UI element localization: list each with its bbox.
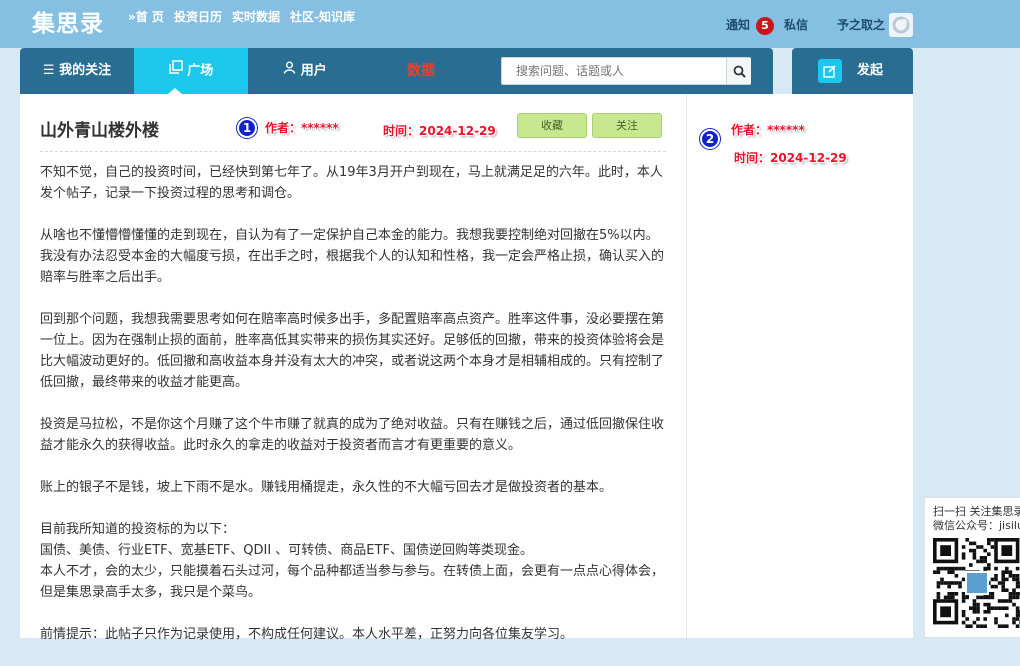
top-bar: 集思录 »首 页 投资日历 实时数据 社区-知识库 通知 5 私信 予之取之	[0, 0, 1020, 48]
nav-realtime-link[interactable]: 实时数据	[232, 8, 280, 25]
post-button[interactable]: 发起	[792, 48, 913, 94]
qr-card: 扫一扫 关注集思录 微信公众号：jisilu	[924, 497, 1020, 638]
sidebar-author: 作者：******	[731, 123, 805, 137]
message-link[interactable]: 私信	[784, 16, 808, 33]
qr-caption-line2: 微信公众号：jisilu	[933, 519, 1020, 532]
notice-count-badge[interactable]: 5	[756, 17, 774, 35]
post-paragraph: 回到那个问题，我想我需要思考如何在赔率高时候多出手，多配置赔率高点资产。胜率这件…	[40, 312, 665, 390]
post-paragraph: 不知不觉，自己的投资时间，已经快到第七年了。从19年3月开户到现在，马上就满足足…	[40, 165, 663, 201]
nav-calendar-link[interactable]: 投资日历	[174, 8, 222, 25]
post-content-panel: 山外青山楼外楼 1 作者：****** 时间：2024-12-29 收藏 关注 …	[20, 94, 686, 642]
post-time: 时间：2024-12-29	[383, 124, 496, 138]
post-author: 作者：******	[265, 121, 339, 135]
site-logo[interactable]: 集思录	[32, 4, 104, 38]
post-paragraph: 投资是马拉松，不是你这个月赚了这个牛市赚了就真的成为了绝对收益。只有在赚钱之后，…	[40, 417, 665, 453]
tab-my-follow-label: 我的关注	[59, 63, 112, 78]
follow-button[interactable]: 关注	[592, 113, 662, 138]
list-note: 本人不才，会的太少，只能摸着石头过河，每个品种都适当参与参与。在转债上面，会更有…	[40, 564, 665, 600]
tab-users-label: 用户	[300, 63, 327, 79]
search-icon	[733, 65, 746, 78]
notice-link[interactable]: 通知	[726, 16, 750, 33]
tab-square-label: 广场	[187, 63, 214, 79]
username-link[interactable]: 予之取之	[837, 16, 885, 33]
qr-code-image	[933, 538, 1020, 632]
tab-users[interactable]: 用户	[248, 48, 362, 94]
annotation-marker-2: 2	[700, 129, 720, 149]
list-items: 国债、美债、行业ETF、宽基ETF、QDII 、可转债、商品ETF、国债逆回购等…	[40, 543, 533, 558]
user-icon	[283, 48, 296, 94]
avatar[interactable]	[889, 13, 913, 37]
search-input[interactable]	[502, 58, 726, 84]
nav-home-link[interactable]: »首 页	[128, 8, 164, 25]
post-body: 不知不觉，自己的投资时间，已经快到第七年了。从19年3月开户到现在，马上就满足足…	[40, 162, 670, 666]
title-divider	[40, 151, 666, 152]
collect-button[interactable]: 收藏	[517, 113, 587, 138]
post-button-label: 发起	[857, 63, 884, 78]
edit-icon	[818, 59, 842, 83]
list-intro: 目前我所知道的投资标的为以下：	[40, 522, 236, 537]
post-title: 山外青山楼外楼	[40, 121, 159, 141]
search-box	[501, 57, 751, 85]
post-paragraph: 账上的银子不是钱，坡上下雨不是水。赚钱用桶提走，永久性的不大幅亏回去才是做投资者…	[40, 480, 613, 495]
annotation-marker-1: 1	[237, 118, 257, 138]
tab-data[interactable]: 数据	[362, 48, 480, 94]
search-button[interactable]	[726, 58, 751, 84]
disclaimer: 前情提示：此帖子只作为记录使用，不构成任何建议。本人水平差，正努力向各位集友学习…	[40, 627, 574, 642]
tab-my-follow[interactable]: ☰ 我的关注	[20, 48, 134, 94]
top-nav: »首 页 投资日历 实时数据 社区-知识库	[128, 8, 355, 25]
post-paragraph: 从啥也不懂懵懵懂懂的走到现在，自认为有了一定保护自己本金的能力。我想我要控制绝对…	[40, 228, 665, 285]
tab-square[interactable]: 广场	[134, 48, 248, 94]
nav-community-link[interactable]: 社区-知识库	[290, 8, 355, 25]
sidebar-panel: 2 作者：****** 时间：2024-12-29	[687, 94, 913, 638]
list-icon: ☰	[42, 63, 55, 78]
avatar-icon	[892, 16, 910, 34]
sidebar-time: 时间：2024-12-29	[734, 151, 847, 165]
